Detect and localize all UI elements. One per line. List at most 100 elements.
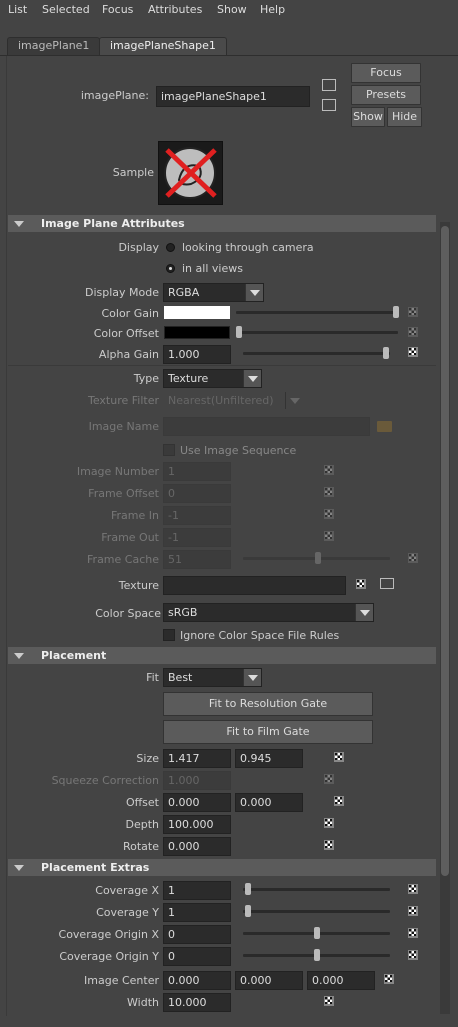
focus-button[interactable]: Focus <box>351 63 421 83</box>
offset-x-field[interactable]: 0.000 <box>163 793 231 812</box>
map-button-icon[interactable] <box>324 840 334 850</box>
color-gain-label: Color Gain <box>101 307 159 320</box>
map-button-icon[interactable] <box>408 906 418 916</box>
coverage-x-slider-knob[interactable] <box>245 883 251 895</box>
image-center-label: Image Center <box>84 974 159 987</box>
texture-filter-dropdown[interactable]: Nearest(Unfiltered) <box>163 391 304 410</box>
frame-cache-label: Frame Cache <box>87 553 159 566</box>
coverage-origin-y-slider-knob[interactable] <box>314 949 320 961</box>
menu-attributes[interactable]: Attributes <box>148 3 202 16</box>
alpha-gain-slider[interactable] <box>243 352 390 355</box>
rotate-field[interactable]: 0.000 <box>163 837 231 856</box>
map-button-icon[interactable] <box>324 509 334 519</box>
map-button-icon[interactable] <box>408 327 418 337</box>
map-button-icon[interactable] <box>324 818 334 828</box>
width-field[interactable]: 10.000 <box>163 993 231 1012</box>
map-button-icon[interactable] <box>408 928 418 938</box>
size-x-field[interactable]: 1.417 <box>163 749 231 768</box>
section-placement[interactable]: Placement <box>8 647 436 664</box>
coverage-y-slider-knob[interactable] <box>245 905 251 917</box>
map-button-icon[interactable] <box>356 579 366 589</box>
map-button-icon[interactable] <box>384 974 394 984</box>
display-mode-dropdown[interactable]: RGBA <box>163 283 264 302</box>
color-offset-swatch[interactable] <box>164 326 230 339</box>
fit-resolution-gate-button[interactable]: Fit to Resolution Gate <box>163 692 373 716</box>
image-center-x-field[interactable]: 0.000 <box>163 971 231 990</box>
frame-cache-field[interactable]: 51 <box>163 550 231 569</box>
map-button-icon[interactable] <box>408 553 418 563</box>
coverage-origin-x-slider-knob[interactable] <box>314 927 320 939</box>
ignore-color-space-checkbox[interactable] <box>163 629 175 641</box>
show-button[interactable]: Show <box>351 107 385 127</box>
width-label: Width <box>127 996 159 1009</box>
frame-out-field[interactable]: -1 <box>163 528 231 547</box>
map-button-icon[interactable] <box>334 752 344 762</box>
map-button-icon[interactable] <box>324 487 334 497</box>
collapse-triangle-icon <box>14 653 24 659</box>
menu-list[interactable]: List <box>8 3 27 16</box>
node-name-field[interactable]: imagePlaneShape1 <box>156 86 310 107</box>
scrollbar[interactable] <box>440 222 450 1014</box>
coverage-x-field[interactable]: 1 <box>163 881 231 900</box>
folder-icon[interactable] <box>377 421 392 432</box>
input-connection-icon[interactable] <box>380 578 394 589</box>
map-button-icon[interactable] <box>324 465 334 475</box>
image-number-field[interactable]: 1 <box>163 462 231 481</box>
section-image-plane-attributes[interactable]: Image Plane Attributes <box>8 215 436 232</box>
color-offset-slider[interactable] <box>236 331 398 334</box>
map-button-icon[interactable] <box>408 347 418 357</box>
fit-film-gate-button[interactable]: Fit to Film Gate <box>163 720 373 744</box>
color-gain-slider-knob[interactable] <box>393 306 399 318</box>
type-dropdown[interactable]: Texture <box>163 369 262 388</box>
tab-imageplane1[interactable]: imagePlane1 <box>7 37 101 55</box>
hide-button[interactable]: Hide <box>387 107 422 127</box>
frame-offset-field[interactable]: 0 <box>163 484 231 503</box>
color-gain-swatch[interactable] <box>164 306 230 319</box>
coverage-y-field[interactable]: 1 <box>163 903 231 922</box>
frame-cache-slider-knob[interactable] <box>315 552 321 564</box>
menu-show[interactable]: Show <box>217 3 247 16</box>
image-center-z-field[interactable]: 0.000 <box>307 971 375 990</box>
menu-focus[interactable]: Focus <box>102 3 133 16</box>
fit-dropdown[interactable]: Best <box>163 668 262 687</box>
color-gain-slider[interactable] <box>236 311 398 314</box>
scrollbar-thumb[interactable] <box>441 226 449 876</box>
frame-in-field[interactable]: -1 <box>163 506 231 525</box>
coverage-origin-x-field[interactable]: 0 <box>163 925 231 944</box>
use-image-sequence-checkbox[interactable] <box>163 444 175 456</box>
offset-label: Offset <box>125 796 159 809</box>
depth-field[interactable]: 100.000 <box>163 815 231 834</box>
size-y-field[interactable]: 0.945 <box>235 749 303 768</box>
squeeze-correction-field[interactable]: 1.000 <box>163 771 231 790</box>
map-button-icon[interactable] <box>408 884 418 894</box>
coverage-x-slider[interactable] <box>243 888 390 891</box>
display-radio-all-views[interactable] <box>166 264 175 273</box>
color-space-dropdown[interactable]: sRGB <box>163 603 374 622</box>
presets-button[interactable]: Presets <box>351 85 421 105</box>
color-offset-slider-knob[interactable] <box>236 326 242 338</box>
tab-imageplaneshape1[interactable]: imagePlaneShape1 <box>99 37 227 55</box>
image-name-field[interactable] <box>163 417 370 436</box>
texture-field[interactable] <box>163 576 346 595</box>
map-button-icon[interactable] <box>324 531 334 541</box>
alpha-gain-field[interactable]: 1.000 <box>163 345 231 364</box>
coverage-origin-y-field[interactable]: 0 <box>163 947 231 966</box>
coverage-y-slider[interactable] <box>243 910 390 913</box>
color-offset-label: Color Offset <box>93 327 159 340</box>
menu-help[interactable]: Help <box>260 3 285 16</box>
menu-selected[interactable]: Selected <box>42 3 90 16</box>
map-button-icon[interactable] <box>324 774 334 784</box>
chevron-down-icon <box>243 370 261 387</box>
section-placement-extras[interactable]: Placement Extras <box>8 859 436 876</box>
map-button-icon[interactable] <box>408 307 418 317</box>
alpha-gain-slider-knob[interactable] <box>383 347 389 359</box>
image-center-y-field[interactable]: 0.000 <box>235 971 303 990</box>
image-number-label: Image Number <box>76 465 159 478</box>
display-radio-camera[interactable] <box>166 243 175 252</box>
map-button-icon[interactable] <box>324 996 334 1006</box>
offset-y-field[interactable]: 0.000 <box>235 793 303 812</box>
input-connection-icon[interactable] <box>322 79 336 91</box>
map-button-icon[interactable] <box>334 796 344 806</box>
output-connection-icon[interactable] <box>322 99 336 111</box>
map-button-icon[interactable] <box>408 950 418 960</box>
